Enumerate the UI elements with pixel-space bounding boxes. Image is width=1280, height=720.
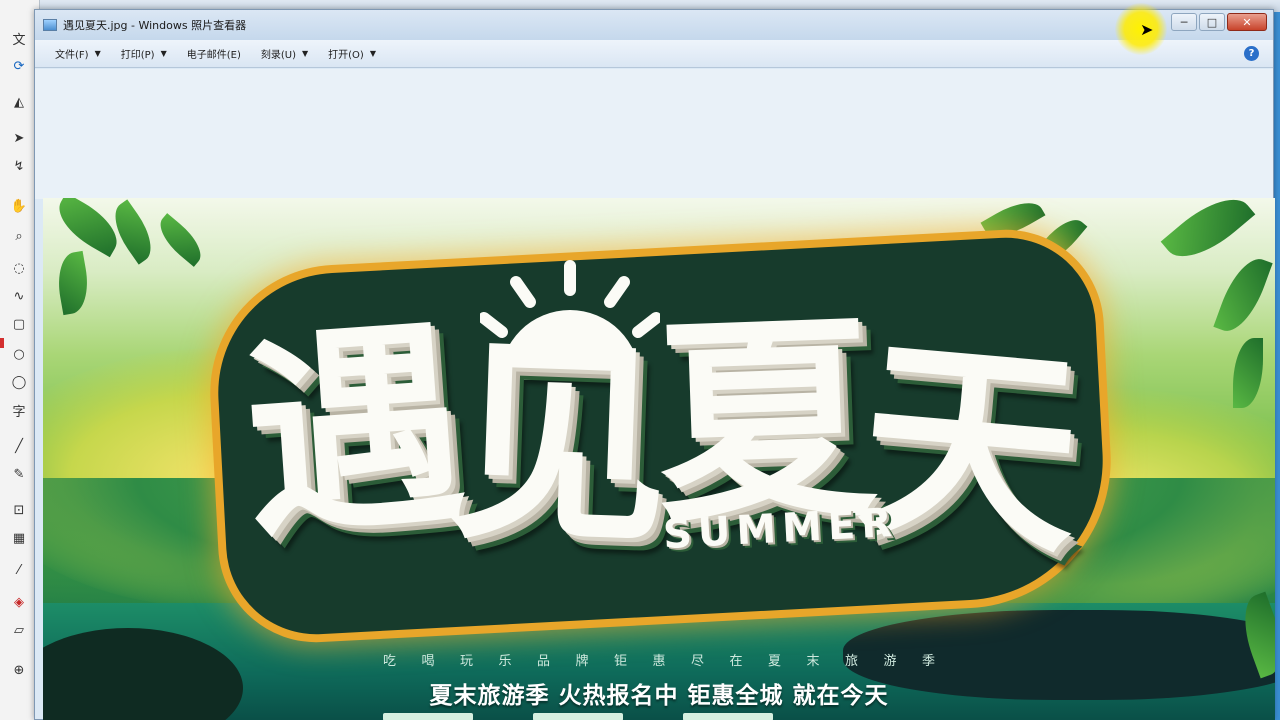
photo-viewer-app-icon [43,19,57,31]
photo-viewer-window: 遇见夏天.jpg - Windows 照片查看器 ─ □ ✕ 文件(F) ▼ 打… [34,9,1275,720]
pen-tool-icon[interactable]: ✎ [8,464,30,484]
menu-print-label: 打印(P) [120,50,155,61]
image-view-area [35,69,1273,199]
title-bar[interactable]: 遇见夏天.jpg - Windows 照片查看器 ─ □ ✕ [35,10,1273,40]
type-tool-icon[interactable]: 字 [8,400,30,420]
mouse-cursor-icon: ➤ [1140,20,1154,39]
leaf-icon [49,198,127,258]
menu-file[interactable]: 文件(F) ▼ [47,44,109,63]
banner-bottom-strip [383,713,903,720]
menu-burn[interactable]: 刻录(U) ▼ [253,44,316,63]
tagline-char: 钜 [613,654,627,669]
eraser-tool-icon[interactable]: ▱ [8,620,30,640]
chevron-down-icon: ▼ [369,49,376,58]
title-char: 遇 [236,299,472,568]
text-tool-icon[interactable]: 文 [8,28,30,48]
maximize-button[interactable]: □ [1199,13,1225,31]
menu-open[interactable]: 打开(O) ▼ [320,44,384,63]
tagline-char: 夏 [767,654,781,669]
tagline-char: 惠 [652,654,666,669]
strip-block [383,713,473,720]
ellipse-tool-icon[interactable]: ○ [8,344,30,364]
chevron-down-icon: ▼ [94,49,101,58]
menu-bar: 文件(F) ▼ 打印(P) ▼ 电子邮件(E) 刻录(U) ▼ 打开(O) ▼ [35,40,1273,68]
pan-tool-icon[interactable]: ✋ [8,196,30,216]
color-swatch-icon[interactable]: ⊕ [8,660,30,680]
circle-tool-icon[interactable]: ◯ [8,372,30,392]
minimize-button[interactable]: ─ [1171,13,1197,31]
menu-print[interactable]: 打印(P) ▼ [113,44,175,63]
eyedropper-tool-icon[interactable]: ⁄ [8,560,30,580]
curve-tool-icon[interactable]: ∿ [8,286,30,306]
help-icon[interactable]: ? [1244,46,1259,61]
tagline-char: 季 [921,654,935,669]
pointer-tool-icon[interactable]: ➤ [8,128,30,148]
leaf-icon [53,250,93,316]
crop-tool-icon[interactable]: ⊡ [8,500,30,520]
brush-tool-icon[interactable]: ↯ [8,156,30,176]
tagline-char: 在 [729,654,743,669]
shape-tool-icon[interactable]: ◭ [8,92,30,112]
menu-burn-label: 刻录(U) [260,50,296,61]
menu-email-label: 电子邮件(E) [186,50,241,61]
tagline-char: 乐 [498,654,512,669]
zoom-tool-icon[interactable]: ⌕ [8,226,30,246]
menu-file-label: 文件(F) [55,50,89,61]
toolbar-accent-marker [0,338,4,348]
lasso-tool-icon[interactable]: ◌ [8,258,30,278]
window-title: 遇见夏天.jpg - Windows 照片查看器 [63,19,247,32]
chevron-down-icon: ▼ [160,49,167,58]
title-char: 见 [446,315,673,576]
tagline-char: 玩 [459,654,473,669]
close-button[interactable]: ✕ [1227,13,1267,31]
banner-tagline: 夏末旅游季 火热报名中 钜惠全城 就在今天 [429,683,889,709]
chevron-down-icon: ▼ [301,49,309,58]
tagline-char: 游 [883,654,897,669]
grid-tool-icon[interactable]: ▦ [8,528,30,548]
leaf-icon [151,213,210,267]
tagline-char: 旅 [844,654,858,669]
leaf-icon [1213,251,1273,339]
tagline-char: 吃 [382,654,396,669]
tagline-char: 牌 [575,654,589,669]
strip-block [533,713,623,720]
banner-tagline-small: 吃 喝 玩 乐 品 牌 钜 惠 尽 在 夏 末 旅 游 季 [43,650,1275,669]
fill-tool-icon[interactable]: ◈ [8,592,30,612]
strip-block [683,713,773,720]
tagline-char: 末 [806,654,820,669]
leaf-icon [1233,338,1263,408]
leaf-icon [1160,198,1256,273]
window-controls: ─ □ ✕ [1171,13,1267,31]
rectangle-tool-icon[interactable]: ▢ [8,314,30,334]
tagline-char: 喝 [421,654,435,669]
refresh-tool-icon[interactable]: ⟳ [8,56,30,76]
menu-open-label: 打开(O) [328,50,364,61]
tagline-char: 尽 [690,654,704,669]
line-tool-icon[interactable]: ╱ [8,436,30,456]
menu-email[interactable]: 电子邮件(E) [179,44,249,63]
tagline-char: 品 [536,654,550,669]
displayed-image: 遇 见 夏 天 SUMMER 吃 喝 玩 乐 品 牌 钜 惠 尽 在 夏 末 旅… [43,198,1275,720]
